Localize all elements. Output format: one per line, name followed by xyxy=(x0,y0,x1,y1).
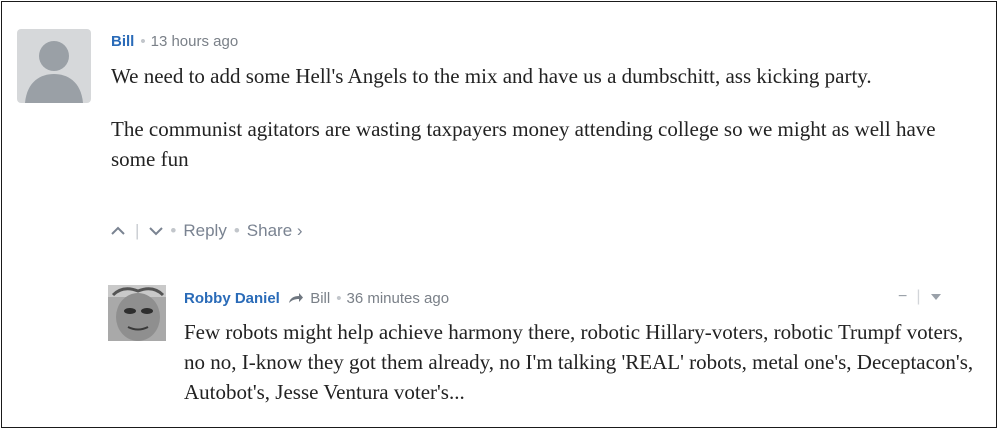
downvote-button[interactable] xyxy=(149,221,164,241)
user-avatar-robby-daniel[interactable] xyxy=(108,285,166,341)
comment-body: We need to add some Hell's Angels to the… xyxy=(111,61,981,174)
comment-paragraph: We need to add some Hell's Angels to the… xyxy=(111,64,872,88)
meta-dot: • xyxy=(140,33,146,50)
default-user-icon xyxy=(25,41,83,103)
reply-meta: Robby Daniel Bill • 36 minutes ago xyxy=(184,290,449,307)
reply-arrow-icon xyxy=(289,293,304,303)
controls-separator: | xyxy=(916,288,921,305)
chevron-down-icon xyxy=(930,294,941,300)
chevron-up-icon xyxy=(111,226,125,235)
comment-thread: Bill • 13 hours ago We need to add some He… xyxy=(1,1,997,428)
vote-separator: | xyxy=(135,221,140,240)
reply-paragraph: Few robots might help achieve harmony th… xyxy=(184,320,974,404)
chevron-down-icon xyxy=(149,227,164,236)
reply-timestamp[interactable]: 36 minutes ago xyxy=(346,290,449,307)
comment-meta: Bill • 13 hours ago xyxy=(111,33,238,50)
action-dot: • xyxy=(233,221,240,240)
comment-paragraph: The communist agitators are wasting taxp… xyxy=(111,117,936,171)
comment-menu-button[interactable] xyxy=(930,288,942,306)
reply-link[interactable]: Reply xyxy=(183,221,226,241)
collapse-button[interactable]: − xyxy=(898,288,907,306)
reply-author[interactable]: Robby Daniel xyxy=(184,290,280,307)
share-link[interactable]: Share › xyxy=(247,221,303,241)
reply-body: Few robots might help achieve harmony th… xyxy=(184,317,984,407)
action-dot: • xyxy=(170,221,177,240)
comment-author[interactable]: Bill xyxy=(111,33,134,50)
reply-controls: − | xyxy=(898,288,942,306)
user-avatar-bill[interactable] xyxy=(17,29,91,103)
comment-timestamp[interactable]: 13 hours ago xyxy=(151,33,239,50)
meta-dot: • xyxy=(336,290,342,307)
profile-photo xyxy=(108,285,166,341)
upvote-button[interactable] xyxy=(111,221,125,241)
comment-actions: | • Reply • Share › xyxy=(111,221,303,241)
reply-parent-author[interactable]: Bill xyxy=(310,290,330,307)
